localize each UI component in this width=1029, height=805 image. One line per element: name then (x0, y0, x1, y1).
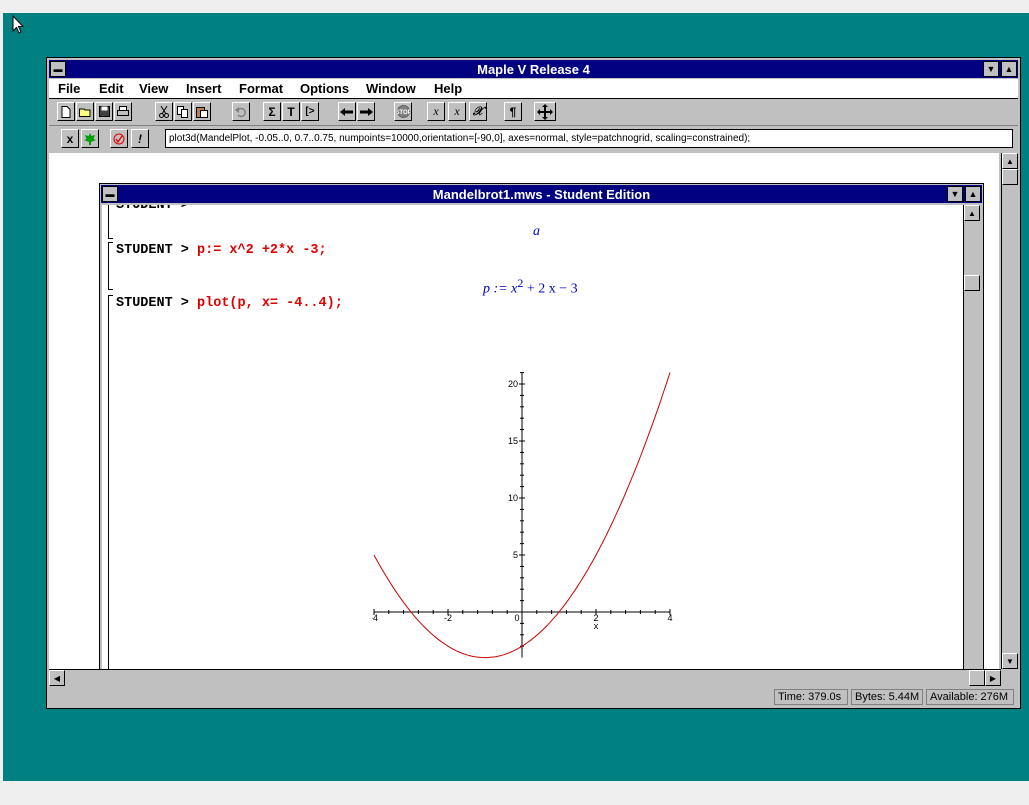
text-input-button[interactable]: T (282, 102, 300, 121)
status-bar: Time: 379.0s Bytes: 5.44M Available: 276… (49, 687, 1018, 707)
scroll-left-icon[interactable]: ◀ (49, 670, 65, 686)
math-x-italic-button[interactable]: x (448, 102, 466, 121)
toolbar: Σ T [> STOP x x 𝒳 ¶ (49, 99, 1018, 126)
input-line-1[interactable]: STUDENT > p:= x^2 +2*x -3; (116, 243, 327, 258)
check-syntax-icon[interactable] (110, 129, 128, 148)
main-horizontal-scrollbar[interactable]: ◀ ▶ (49, 669, 1001, 686)
x-tick-label: 0 (514, 613, 519, 623)
menu-insert[interactable]: Insert (186, 81, 221, 96)
undo-icon[interactable] (232, 102, 250, 121)
output-a: a (533, 224, 540, 239)
open-folder-icon[interactable] (76, 102, 94, 121)
document-minimize-icon[interactable]: ▼ (947, 186, 963, 202)
minimize-icon[interactable]: ▼ (983, 61, 999, 77)
app-title: Maple V Release 4 (477, 62, 590, 77)
worksheet[interactable]: STUDENT > a STUDENT > p:= x^2 +2*x -3; p… (102, 205, 963, 669)
horizontal-scroll-thumb[interactable] (969, 670, 985, 686)
context-x-button[interactable]: x (61, 129, 79, 148)
context-bar: x ! plot3d(MandelPlot, -0.05..0, 0.7..0.… (49, 126, 1018, 152)
x-tick-label: -4 (372, 613, 378, 623)
input-line-2[interactable]: STUDENT > plot(p, x= -4..4); (116, 296, 343, 311)
document-maximize-icon[interactable]: ▲ (965, 186, 981, 202)
new-file-icon[interactable] (57, 102, 75, 121)
execute-bang-button[interactable]: ! (131, 129, 149, 148)
menu-window[interactable]: Window (366, 81, 416, 96)
svg-text:STOP: STOP (397, 110, 410, 116)
main-titlebar: ▬ Maple V Release 4 ▼ ▲ (49, 60, 1018, 78)
status-available: Available: 276M (926, 689, 1014, 705)
paste-clipboard-icon[interactable] (193, 102, 211, 121)
mouse-cursor-icon (12, 15, 24, 34)
maximize-icon[interactable]: ▲ (1001, 61, 1017, 77)
y-tick-label: 20 (508, 379, 518, 389)
document-title: Mandelbrot1.mws - Student Edition (432, 187, 651, 202)
scroll-up-icon[interactable]: ▲ (964, 205, 980, 221)
document-vertical-scrollbar[interactable]: ▲ (963, 205, 980, 669)
scroll-right-icon[interactable]: ▶ (985, 670, 1001, 686)
y-tick-label: 15 (508, 436, 518, 446)
print-icon[interactable] (114, 102, 132, 121)
x-tick-label: 4 (667, 613, 672, 623)
main-scroll-up-icon[interactable]: ▲ (1002, 153, 1018, 169)
maple-leaf-icon[interactable] (81, 129, 99, 148)
menu-view[interactable]: View (139, 81, 168, 96)
menu-file[interactable]: File (58, 81, 80, 96)
execution-group-bracket[interactable] (108, 295, 113, 669)
document-window: ▬ Mandelbrot1.mws - Student Edition ▼ ▲ … (99, 183, 984, 669)
menu-format[interactable]: Format (239, 81, 283, 96)
x-axis-label: x (594, 621, 599, 631)
status-bytes: Bytes: 5.44M (851, 689, 923, 705)
menu-edit[interactable]: Edit (99, 81, 124, 96)
save-disk-icon[interactable] (95, 102, 113, 121)
math-x-button[interactable]: x (427, 102, 445, 121)
y-tick-label: 10 (508, 493, 518, 503)
scroll-thumb[interactable] (964, 275, 980, 291)
output-p: p := x2 + 2 x − 3 (483, 276, 578, 297)
plot-output[interactable]: -4-20245101520x (372, 345, 712, 665)
main-scroll-thumb[interactable] (1002, 169, 1018, 185)
menu-help[interactable]: Help (434, 81, 462, 96)
status-time: Time: 379.0s (774, 689, 848, 705)
show-paragraph-button[interactable]: ¶ (504, 102, 522, 121)
command-input[interactable]: plot3d(MandelPlot, -0.05..0, 0.7..0.75, … (165, 129, 1013, 148)
main-vertical-scrollbar[interactable]: ▲ ▼ (1001, 153, 1018, 669)
math-x-script-button[interactable]: 𝒳 (469, 102, 487, 121)
maple-main-window: ▬ Maple V Release 4 ▼ ▲ File Edit View I… (46, 57, 1021, 709)
main-scroll-down-icon[interactable]: ▼ (1002, 653, 1018, 669)
workspace: ▬ Mandelbrot1.mws - Student Edition ▼ ▲ … (49, 153, 999, 669)
cut-scissors-icon[interactable] (155, 102, 173, 121)
document-titlebar: ▬ Mandelbrot1.mws - Student Edition ▼ ▲ (101, 185, 982, 203)
insert-execution-group-button[interactable]: [> (301, 102, 319, 121)
outdent-icon[interactable] (338, 102, 356, 121)
indent-icon[interactable] (357, 102, 375, 121)
math-input-sigma-button[interactable]: Σ (263, 102, 281, 121)
copy-icon[interactable] (174, 102, 192, 121)
stop-icon[interactable]: STOP (394, 102, 412, 121)
resize-arrows-icon[interactable] (534, 102, 556, 121)
execution-group-bracket[interactable] (108, 242, 113, 290)
execution-group-bracket[interactable] (108, 205, 113, 239)
partial-prompt-line: STUDENT > (116, 205, 189, 213)
x-tick-label: -2 (444, 613, 452, 623)
menu-bar: File Edit View Insert Format Options Win… (49, 79, 1018, 99)
y-tick-label: 5 (513, 550, 518, 560)
menu-options[interactable]: Options (300, 81, 349, 96)
